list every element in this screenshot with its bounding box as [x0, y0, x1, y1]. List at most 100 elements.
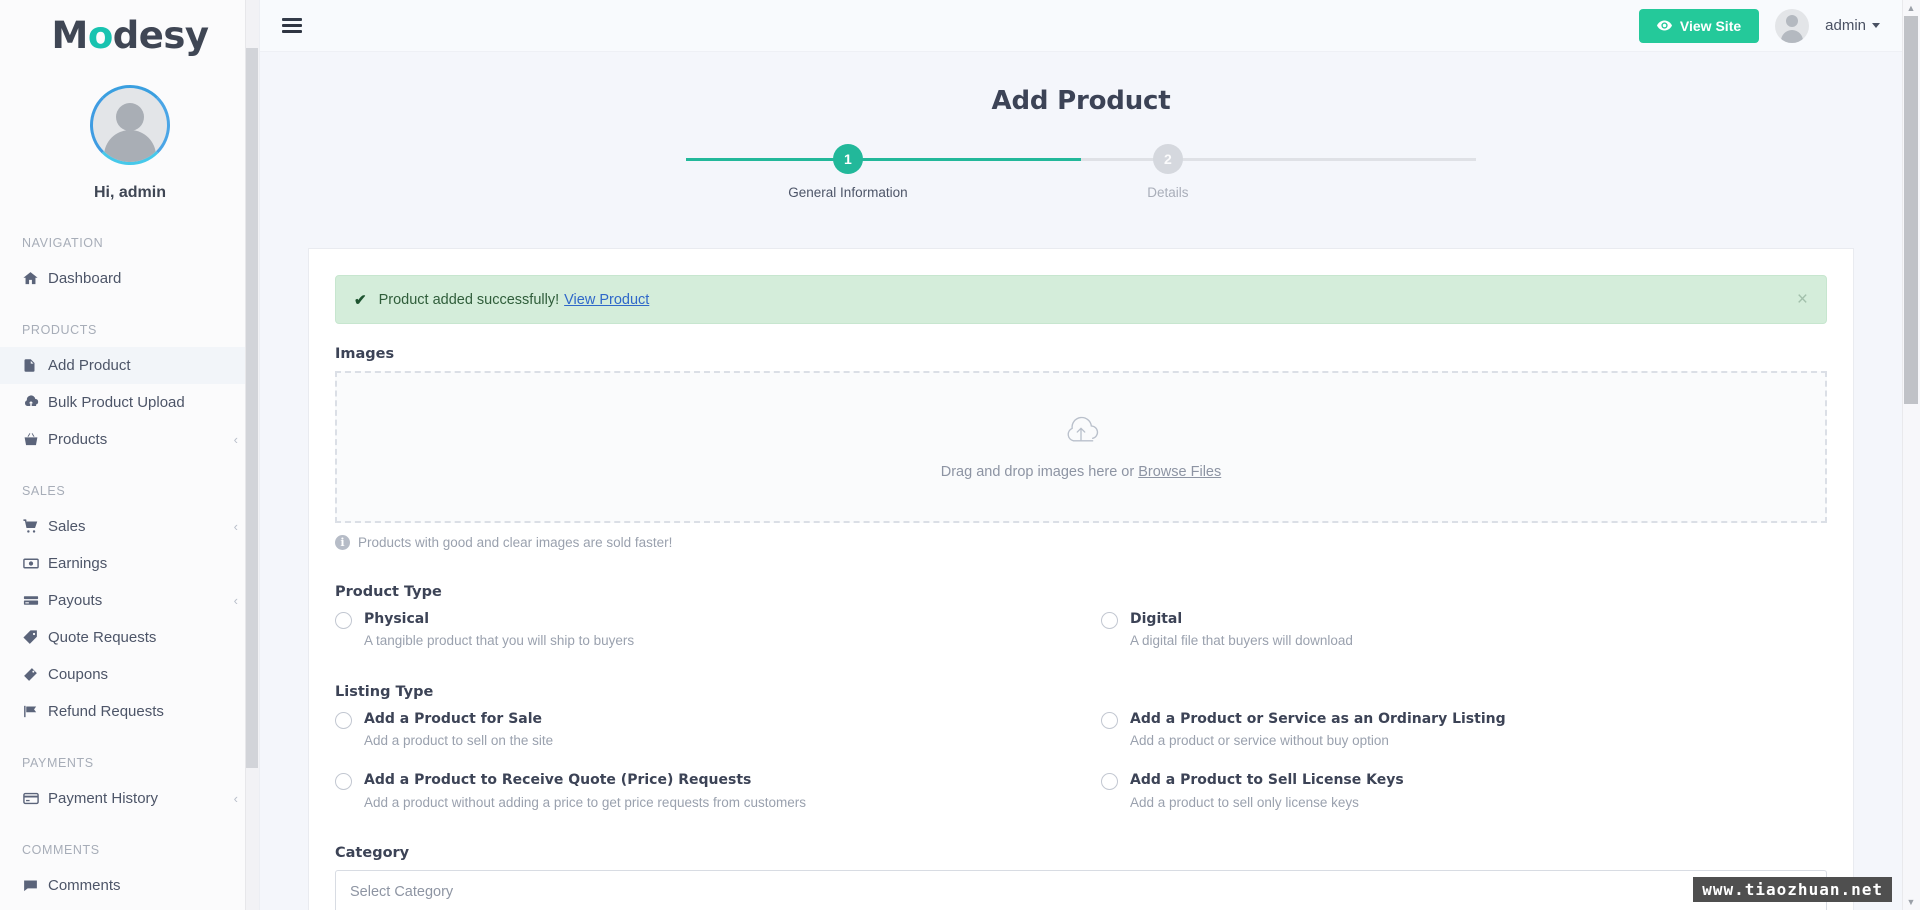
product-type-label: Product Type — [335, 584, 442, 600]
radio-title: Add a Product for Sale — [364, 710, 543, 727]
sidebar-scrollbar-track[interactable] — [245, 0, 259, 910]
radio-title: Add a Product or Service as an Ordinary … — [1130, 710, 1506, 727]
radio-indicator[interactable] — [1101, 711, 1118, 729]
avatar-head — [116, 103, 144, 131]
sidebar-greeting: Hi, admin — [93, 184, 166, 201]
radio-title: Physical — [364, 611, 430, 627]
sidebar-item-bulk-product-upload[interactable]: Bulk Product Upload — [0, 384, 259, 421]
sidebar-scrollbar-thumb[interactable] — [246, 48, 258, 768]
scroll-down-arrow-icon[interactable]: ▼ — [1904, 896, 1918, 908]
view-site-button[interactable]: View Site — [1638, 8, 1760, 43]
radio-subtitle: A tangible product that you will ship to… — [364, 633, 635, 649]
brand-prefix: M — [51, 14, 89, 57]
category-select-placeholder: Select Category — [350, 884, 454, 901]
user-menu[interactable]: admin — [1825, 17, 1902, 34]
radio-product-for-sale[interactable]: Add a Product for Sale Add a product to … — [335, 710, 1061, 750]
check-icon: ✔ — [354, 291, 367, 309]
sidebar-item-add-product[interactable]: Add Product — [0, 347, 259, 384]
sidebar-item-products[interactable]: Products ‹ — [0, 421, 259, 458]
sidebar-item-label: Earnings — [48, 555, 108, 572]
avatar-body — [104, 130, 156, 162]
topbar-avatar-body — [1781, 29, 1804, 43]
images-hint: i Products with good and clear images ar… — [335, 535, 1827, 550]
radio-physical[interactable]: Physical A tangible product that you wil… — [335, 610, 1061, 650]
sidebar-item-coupons[interactable]: Coupons — [0, 656, 259, 693]
watermark: www.tiaozhuan.net — [1693, 877, 1892, 902]
radio-title: Digital — [1130, 611, 1183, 627]
sidebar-item-label: Refund Requests — [48, 703, 164, 720]
radio-texts: Add a Product to Sell License Keys Add a… — [1130, 771, 1404, 811]
radio-indicator[interactable] — [1101, 612, 1118, 629]
cart-icon — [22, 518, 48, 535]
radio-subtitle: A digital file that buyers will download — [1130, 633, 1353, 649]
radio-digital[interactable]: Digital A digital file that buyers will … — [1101, 610, 1827, 650]
hamburger-icon[interactable] — [282, 15, 302, 37]
main-scrollbar-thumb[interactable] — [1904, 16, 1918, 404]
browse-files-link[interactable]: Browse Files — [1138, 464, 1221, 480]
cloud-upload-icon — [1061, 415, 1101, 450]
scroll-up-arrow-icon[interactable]: ▲ — [1904, 2, 1918, 14]
sidebar-item-earnings[interactable]: Earnings — [0, 545, 259, 582]
images-section: Images Drag and drop images here or Brow… — [335, 346, 1827, 550]
sidebar-item-comments[interactable]: Comments — [0, 867, 259, 904]
radio-indicator[interactable] — [335, 711, 352, 729]
radio-texts: Add a Product or Service as an Ordinary … — [1130, 710, 1506, 750]
sidebar-item-sales[interactable]: Sales ‹ — [0, 508, 259, 545]
sidebar-item-dashboard[interactable]: Dashboard — [0, 260, 259, 297]
sidebar-item-quote-requests[interactable]: Quote Requests — [0, 619, 259, 656]
main-scrollbar-track[interactable]: ▲ ▼ — [1902, 0, 1920, 910]
radio-license-keys[interactable]: Add a Product to Sell License Keys Add a… — [1101, 771, 1827, 811]
category-label: Category — [335, 845, 410, 862]
radio-quote-requests[interactable]: Add a Product to Receive Quote (Price) R… — [335, 771, 1061, 811]
radio-indicator[interactable] — [1101, 773, 1118, 791]
money-icon — [22, 555, 48, 572]
radio-indicator[interactable] — [335, 773, 352, 791]
step-number: 2 — [1152, 144, 1183, 174]
nav-heading-payments: PAYMENTS — [22, 756, 94, 770]
view-site-label: View Site — [1679, 17, 1742, 34]
step-details[interactable]: 2 Details — [1068, 144, 1268, 200]
user-menu-label: admin — [1825, 17, 1866, 34]
radio-subtitle: Add a product to sell on the site — [364, 732, 554, 748]
radio-ordinary-listing[interactable]: Add a Product or Service as an Ordinary … — [1101, 710, 1827, 750]
brand-accent-letter: o — [87, 14, 113, 57]
step-caption: General Information — [788, 185, 908, 200]
sidebar-item-label: Bulk Product Upload — [48, 394, 185, 411]
topbar-right: View Site admin — [1638, 8, 1902, 43]
radio-texts: Add a Product to Receive Quote (Price) R… — [364, 771, 806, 811]
eye-icon — [1656, 18, 1672, 34]
listing-type-section: Listing Type Add a Product for Sale Add … — [335, 684, 1827, 811]
images-label: Images — [335, 346, 395, 362]
step-indicator: 1 General Information 2 Details — [686, 144, 1476, 200]
sidebar-item-label: Comments — [48, 877, 121, 894]
chevron-right-icon: ‹ — [233, 519, 238, 534]
sidebar-item-label: Sales — [48, 518, 86, 535]
main-area: View Site admin Add Product 1 General In… — [260, 0, 1920, 910]
step-general-information[interactable]: 1 General Information — [748, 144, 948, 200]
radio-title: Add a Product to Sell License Keys — [1130, 772, 1404, 789]
category-section: Category Select Category — [335, 845, 1827, 910]
sidebar-item-label: Products — [48, 431, 108, 448]
sidebar-item-payment-history[interactable]: Payment History ‹ — [0, 780, 259, 817]
image-dropzone[interactable]: Drag and drop images here or Browse File… — [335, 371, 1827, 523]
sidebar-item-refund-requests[interactable]: Refund Requests — [0, 693, 259, 730]
sidebar-item-payouts[interactable]: Payouts ‹ — [0, 582, 259, 619]
basket-icon — [22, 431, 48, 448]
step-caption: Details — [1147, 185, 1189, 200]
sidebar-scroll-area: Modesy Hi, admin NAVIGATION Dashboard PR… — [0, 0, 259, 910]
avatar — [90, 85, 170, 165]
radio-subtitle: Add a product to sell only license keys — [1130, 794, 1359, 810]
radio-subtitle: Add a product without adding a price to … — [364, 794, 806, 810]
radio-indicator[interactable] — [335, 612, 352, 629]
nav-heading-sales: SALES — [22, 484, 66, 498]
page-title: Add Product — [991, 86, 1171, 116]
topbar-avatar[interactable] — [1775, 8, 1810, 43]
sidebar-item-label: Quote Requests — [48, 629, 157, 646]
topbar-avatar-head — [1786, 14, 1799, 27]
category-select[interactable]: Select Category — [335, 870, 1827, 910]
dropzone-instruction: Drag and drop images here or — [940, 463, 1135, 480]
brand-logo[interactable]: Modesy — [0, 0, 259, 63]
product-type-section: Product Type Physical A tangible product… — [335, 584, 1827, 650]
close-icon[interactable]: × — [1797, 290, 1808, 309]
view-product-link[interactable]: View Product — [564, 292, 649, 308]
